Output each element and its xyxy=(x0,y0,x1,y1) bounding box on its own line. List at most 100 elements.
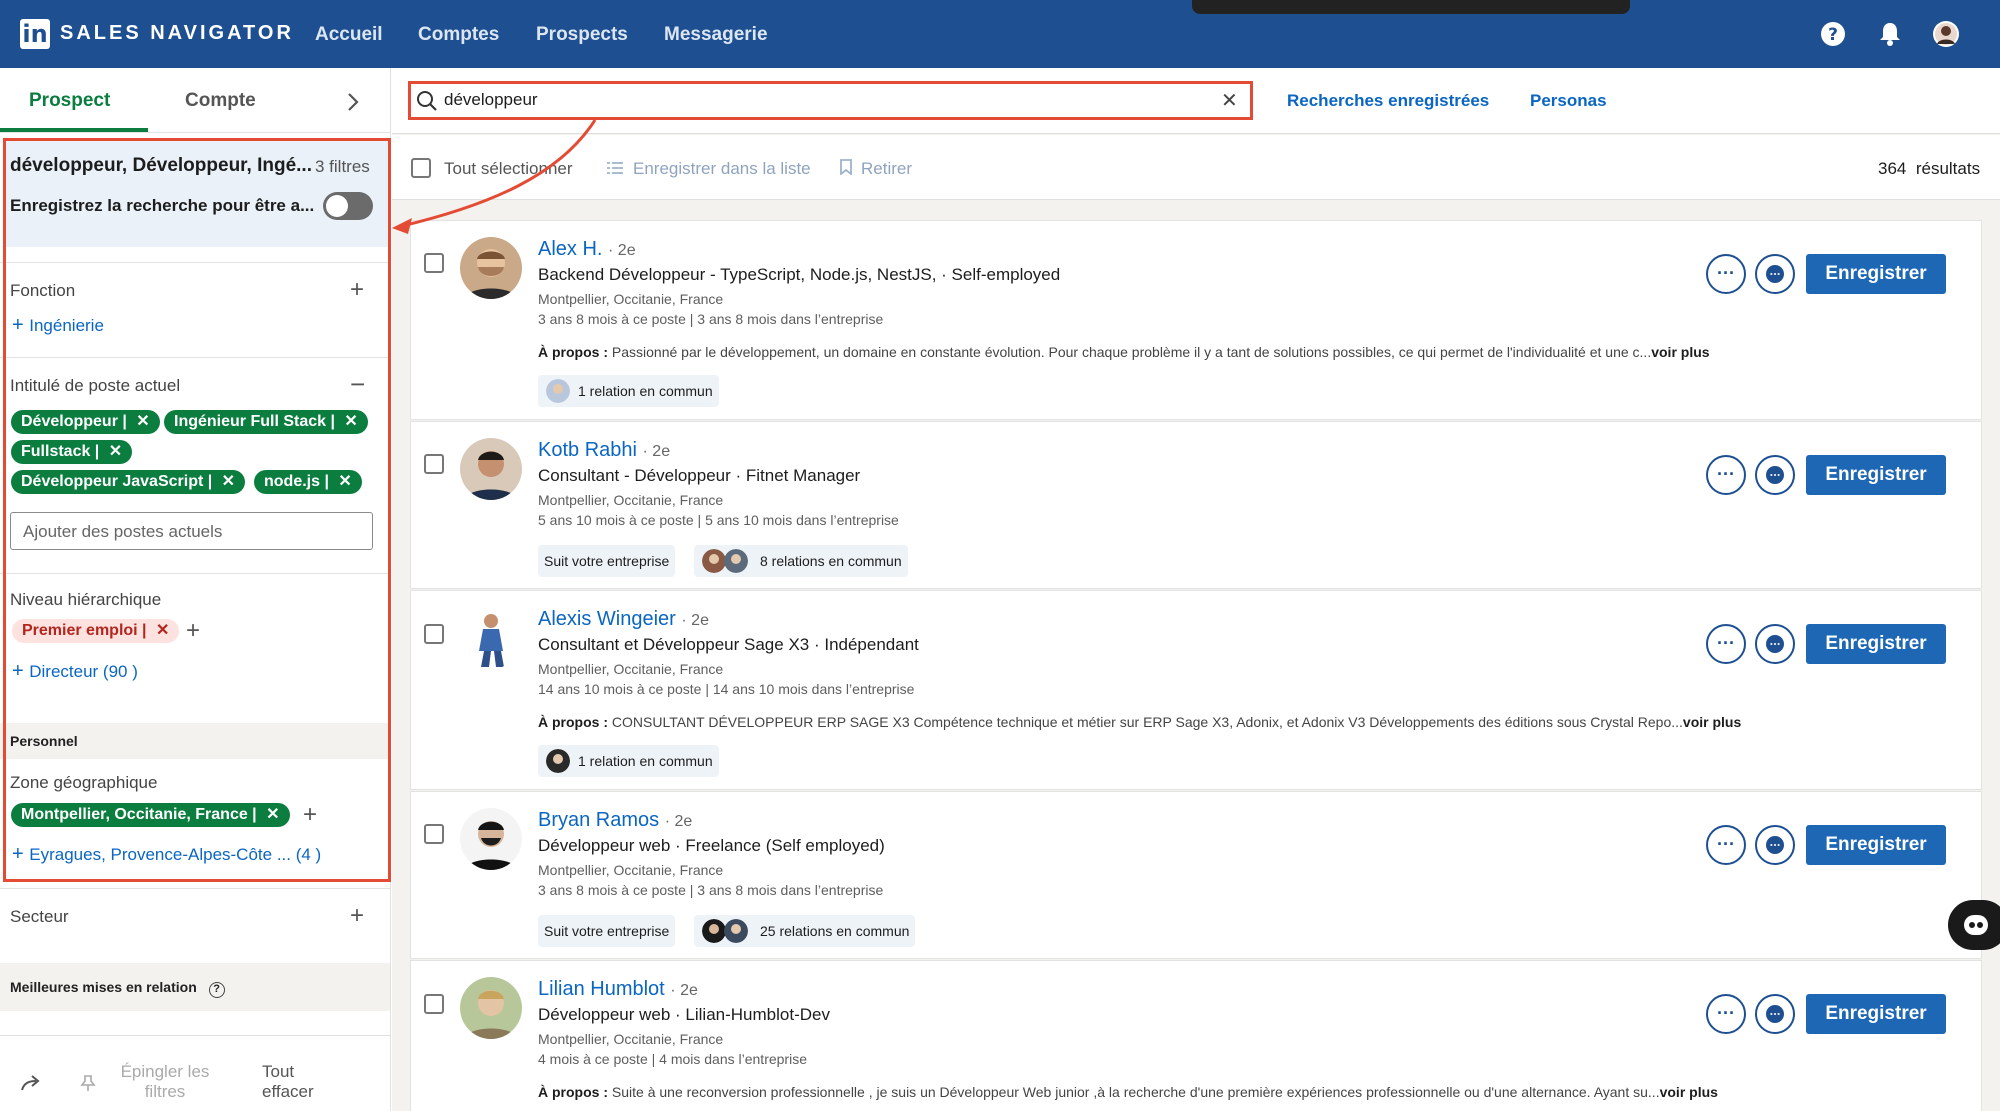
avatar[interactable] xyxy=(460,808,522,870)
name-text: Alex H. xyxy=(538,238,603,260)
bookmark-icon xyxy=(840,159,852,175)
clear-search-icon[interactable]: ✕ xyxy=(1221,88,1238,113)
chevron-right-icon[interactable] xyxy=(346,92,360,112)
save-lead-button[interactable]: Enregistrer xyxy=(1806,825,1946,865)
result-checkbox[interactable] xyxy=(424,994,444,1014)
brand-name[interactable]: SALES NAVIGATOR xyxy=(60,22,294,45)
message-button[interactable] xyxy=(1755,994,1795,1034)
prospect-tenure: 3 ans 8 mois à ce poste | 3 ans 8 mois d… xyxy=(538,882,884,898)
message-button[interactable] xyxy=(1755,825,1795,865)
about-label: À propos : xyxy=(538,344,608,360)
nav-accueil[interactable]: Accueil xyxy=(315,24,383,46)
tab-compte[interactable]: Compte xyxy=(185,90,256,112)
save-lead-button[interactable]: Enregistrer xyxy=(1806,455,1946,495)
divider xyxy=(0,132,391,133)
badge-label: 8 relations en commun xyxy=(760,553,902,569)
prospect-tenure: 3 ans 8 mois à ce poste | 3 ans 8 mois d… xyxy=(538,311,884,327)
shared-connections-badge[interactable]: 25 relations en commun xyxy=(694,915,916,947)
share-icon[interactable] xyxy=(20,1074,42,1092)
mini-avatar xyxy=(724,919,748,943)
shared-connections-badge[interactable]: 1 relation en commun xyxy=(538,375,719,407)
more-options-button[interactable]: ··· xyxy=(1706,624,1746,664)
linkedin-logo[interactable]: in xyxy=(20,19,50,49)
result-checkbox[interactable] xyxy=(424,454,444,474)
shared-connections-badge[interactable]: 8 relations en commun xyxy=(694,545,908,577)
assistant-widget[interactable] xyxy=(1948,900,2000,950)
more-options-button[interactable]: ··· xyxy=(1706,825,1746,865)
add-secteur-button[interactable]: + xyxy=(350,904,364,928)
shared-connections-badge[interactable]: 1 relation en commun xyxy=(538,745,719,777)
chatbot-icon xyxy=(1964,915,1988,935)
search-icon xyxy=(417,91,437,111)
degree: · 2e xyxy=(642,443,671,460)
prospect-name-link[interactable]: Alexis Wingeier · 2e xyxy=(538,608,709,631)
prospect-name-link[interactable]: Kotb Rabhi · 2e xyxy=(538,439,670,462)
avatar[interactable] xyxy=(460,607,522,669)
message-button[interactable] xyxy=(1755,455,1795,495)
about-text: Passionné par le développement, un domai… xyxy=(611,344,1652,360)
more-options-button[interactable]: ··· xyxy=(1706,455,1746,495)
see-more-link[interactable]: voir plus xyxy=(1651,344,1709,360)
highlight-box-filters xyxy=(3,138,391,882)
message-button[interactable] xyxy=(1755,624,1795,664)
prospect-location: Montpellier, Occitanie, France xyxy=(538,1031,724,1047)
nav-comptes[interactable]: Comptes xyxy=(418,24,499,46)
prospect-location: Montpellier, Occitanie, France xyxy=(538,291,724,307)
prospect-title: Développeur web · Freelance (Self employ… xyxy=(538,836,885,855)
nav-prospects[interactable]: Prospects xyxy=(536,24,628,46)
pin-icon xyxy=(80,1075,96,1091)
degree: · 2e xyxy=(664,813,693,830)
search-input[interactable]: développeur xyxy=(444,90,538,110)
prospect-title: Consultant et Développeur Sage X3 · Indé… xyxy=(538,635,919,654)
remove-button[interactable]: Retirer xyxy=(861,159,912,179)
section-label: Meilleures mises en relation xyxy=(10,979,197,995)
bell-icon[interactable] xyxy=(1876,20,1904,48)
pin-filters-button[interactable]: Épingler les filtres xyxy=(110,1062,220,1102)
prospect-name-link[interactable]: Alex H. · 2e xyxy=(538,238,636,261)
save-lead-button[interactable]: Enregistrer xyxy=(1806,994,1946,1034)
name-text: Kotb Rabhi xyxy=(538,439,637,461)
about-label: À propos : xyxy=(538,714,608,730)
results-count: 364 résultats xyxy=(1878,159,1980,179)
avatar[interactable] xyxy=(460,438,522,500)
divider xyxy=(0,888,391,889)
result-checkbox[interactable] xyxy=(424,253,444,273)
message-button[interactable] xyxy=(1755,254,1795,294)
more-options-button[interactable]: ··· xyxy=(1706,994,1746,1034)
select-all-checkbox[interactable] xyxy=(411,158,431,178)
save-lead-button[interactable]: Enregistrer xyxy=(1806,254,1946,294)
clear-all-button[interactable]: Tout effacer xyxy=(262,1062,342,1102)
see-more-link[interactable]: voir plus xyxy=(1660,1084,1718,1100)
save-lead-button[interactable]: Enregistrer xyxy=(1806,624,1946,664)
prospect-about: À propos : CONSULTANT DÉVELOPPEUR ERP SA… xyxy=(538,714,1741,730)
follows-company-badge: Suit votre entreprise xyxy=(538,915,676,947)
avatar[interactable] xyxy=(460,977,522,1039)
save-to-list-button[interactable]: Enregistrer dans la liste xyxy=(633,159,811,179)
help-circle-icon[interactable]: ? xyxy=(208,982,225,998)
avatar[interactable] xyxy=(460,237,522,299)
saved-searches-link[interactable]: Recherches enregistrées xyxy=(1287,91,1489,111)
top-navigation-bar: in SALES NAVIGATOR Accueil Comptes Prosp… xyxy=(0,0,2000,68)
tab-prospect[interactable]: Prospect xyxy=(29,90,110,112)
degree: · 2e xyxy=(670,982,698,999)
nav-messagerie[interactable]: Messagerie xyxy=(664,24,768,46)
mini-avatar xyxy=(724,549,748,573)
user-avatar[interactable] xyxy=(1932,20,1960,48)
more-options-button[interactable]: ··· xyxy=(1706,254,1746,294)
result-checkbox[interactable] xyxy=(424,824,444,844)
personas-link[interactable]: Personas xyxy=(1530,91,1607,111)
degree: · 2e xyxy=(608,242,636,259)
badge-label: 25 relations en commun xyxy=(760,923,910,939)
prospect-name-link[interactable]: Lilian Humblot · 2e xyxy=(538,978,698,1001)
prospect-name-link[interactable]: Bryan Ramos · 2e xyxy=(538,809,692,832)
result-checkbox[interactable] xyxy=(424,624,444,644)
mini-avatar xyxy=(546,749,570,773)
prospect-about: À propos : Passionné par le développemen… xyxy=(538,344,1710,360)
see-more-link[interactable]: voir plus xyxy=(1683,714,1741,730)
prospect-location: Montpellier, Occitanie, France xyxy=(538,661,724,677)
badge-label: 1 relation en commun xyxy=(578,383,713,399)
mini-avatar xyxy=(702,919,726,943)
badge-label: 1 relation en commun xyxy=(578,753,713,769)
select-all-label[interactable]: Tout sélectionner xyxy=(444,159,573,179)
help-icon[interactable]: ? xyxy=(1819,20,1847,48)
